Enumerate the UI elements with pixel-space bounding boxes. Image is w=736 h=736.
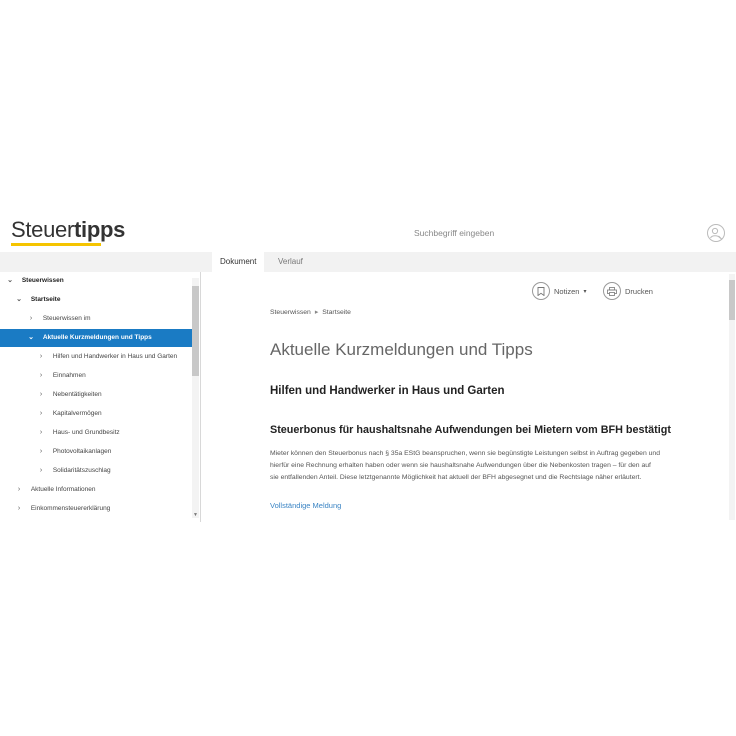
sidebar-scrollbar[interactable]: ▼ [192,278,199,518]
tree-item-label: Aktuelle Informationen [30,486,96,493]
tree-item-label: Steuerwissen [21,277,64,284]
tree-item-aktuelle-kurzmeldungen[interactable]: ⌄ Aktuelle Kurzmeldungen und Tipps [0,329,192,347]
notes-button[interactable]: Notizen ▾ [532,282,586,300]
tab-verlauf[interactable]: Verlauf [270,252,311,272]
tree-item-nebentaetigkeiten[interactable]: › Nebentätigkeiten [0,386,192,404]
logo[interactable]: Steuertipps [11,217,125,243]
tab-bar: Dokument Verlauf [0,252,736,272]
chevron-down-icon: ⌄ [28,334,34,341]
chevron-down-icon: ⌄ [7,277,13,284]
logo-underline [11,243,101,246]
tree-item-einnahmen[interactable]: › Einnahmen [0,367,192,385]
tree-item-label: Kapitalvermögen [52,410,102,417]
breadcrumb-separator-icon: ▸ [314,309,319,316]
tree-item-haus-grundbesitz[interactable]: › Haus- und Grundbesitz [0,424,192,442]
tree-item-label: Haus- und Grundbesitz [52,429,120,436]
tree-item-aktuelle-informationen[interactable]: › Aktuelle Informationen [0,481,192,499]
app-window: Steuertipps Dokument Verlauf ⌄ Steuerwis… [0,210,736,522]
chevron-right-icon: › [39,467,43,474]
bookmark-icon [532,282,550,300]
tree-item-label: Solidaritätszuschlag [52,467,111,474]
chevron-right-icon: › [39,391,43,398]
chevron-right-icon: › [29,315,33,322]
tree-item-label: Einnahmen [52,372,86,379]
breadcrumb-item[interactable]: Steuerwissen [270,309,311,316]
tree-item-label: Steuerwissen im [42,315,91,322]
tree-item-label: Einkommensteuererklärung [30,505,111,512]
chevron-right-icon: › [39,410,43,417]
tree-item-label: Aktuelle Kurzmeldungen und Tipps [42,334,152,341]
chevron-right-icon: › [17,505,21,512]
news-text: Mieter können den Steuerbonus nach § 35a… [270,450,660,481]
full-article-link[interactable]: Vollständige Meldung [270,501,341,510]
search-input[interactable] [414,228,534,238]
chevron-right-icon: › [39,448,43,455]
header: Steuertipps [0,210,736,252]
tree-item-label: Photovoltaikanlagen [52,448,112,455]
section-heading: Hilfen und Handwerker in Haus und Garten [270,385,505,397]
tree-item-steuerwissen[interactable]: ⌄ Steuerwissen [0,272,198,290]
chevron-right-icon: › [39,372,43,379]
tree-item-hilfen-handwerker[interactable]: › Hilfen und Handwerker in Haus und Gart… [0,348,192,366]
chevron-right-icon: › [39,353,43,360]
tree-item-solidaritaetszuschlag[interactable]: › Solidaritätszuschlag [0,462,192,480]
tree-item-label: Hilfen und Handwerker in Haus und Garten [52,353,178,360]
document-pane: Notizen ▾ Drucken Steuerwissen ▸ Startseit… [201,272,736,522]
tree-item-label: Nebentätigkeiten [52,391,102,398]
document-scroll-thumb[interactable] [729,280,735,320]
notes-label: Notizen [554,286,580,296]
caret-down-icon: ▾ [583,288,587,295]
scroll-down-arrow-icon[interactable]: ▼ [192,512,199,518]
tree-item-startseite[interactable]: ⌄ Startseite [0,291,192,309]
tree-item-kapitalvermoegen[interactable]: › Kapitalvermögen [0,405,192,423]
sidebar-scroll-thumb[interactable] [192,286,199,376]
breadcrumb-item[interactable]: Startseite [322,309,351,316]
tree-item-einkommensteuererklaerung[interactable]: › Einkommensteuererklärung [0,500,192,518]
printer-icon [603,282,621,300]
chevron-right-icon: › [39,429,43,436]
logo-part2: tipps [74,217,126,242]
tree-item-photovoltaik[interactable]: › Photovoltaikanlagen [0,443,192,461]
page-title: Aktuelle Kurzmeldungen und Tipps [270,340,533,359]
chevron-down-icon: ⌄ [16,296,22,303]
chevron-right-icon: › [17,486,21,493]
sidebar-tree: ⌄ Steuerwissen ⌄ Startseite › Steuerwiss… [0,272,201,522]
news-title: Steuerbonus für haushaltsnahe Aufwendung… [270,424,671,436]
tree-item-steuerwissen-im[interactable]: › Steuerwissen im [0,310,192,328]
document-scrollbar[interactable] [729,274,735,520]
user-settings-icon[interactable] [706,223,726,243]
print-label: Drucken [625,286,653,296]
print-button[interactable]: Drucken [603,282,653,300]
tab-dokument[interactable]: Dokument [212,252,265,272]
logo-part1: Steuer [11,217,75,242]
tree-item-label: Startseite [30,296,61,303]
breadcrumb: Steuerwissen ▸ Startseite [270,308,351,316]
